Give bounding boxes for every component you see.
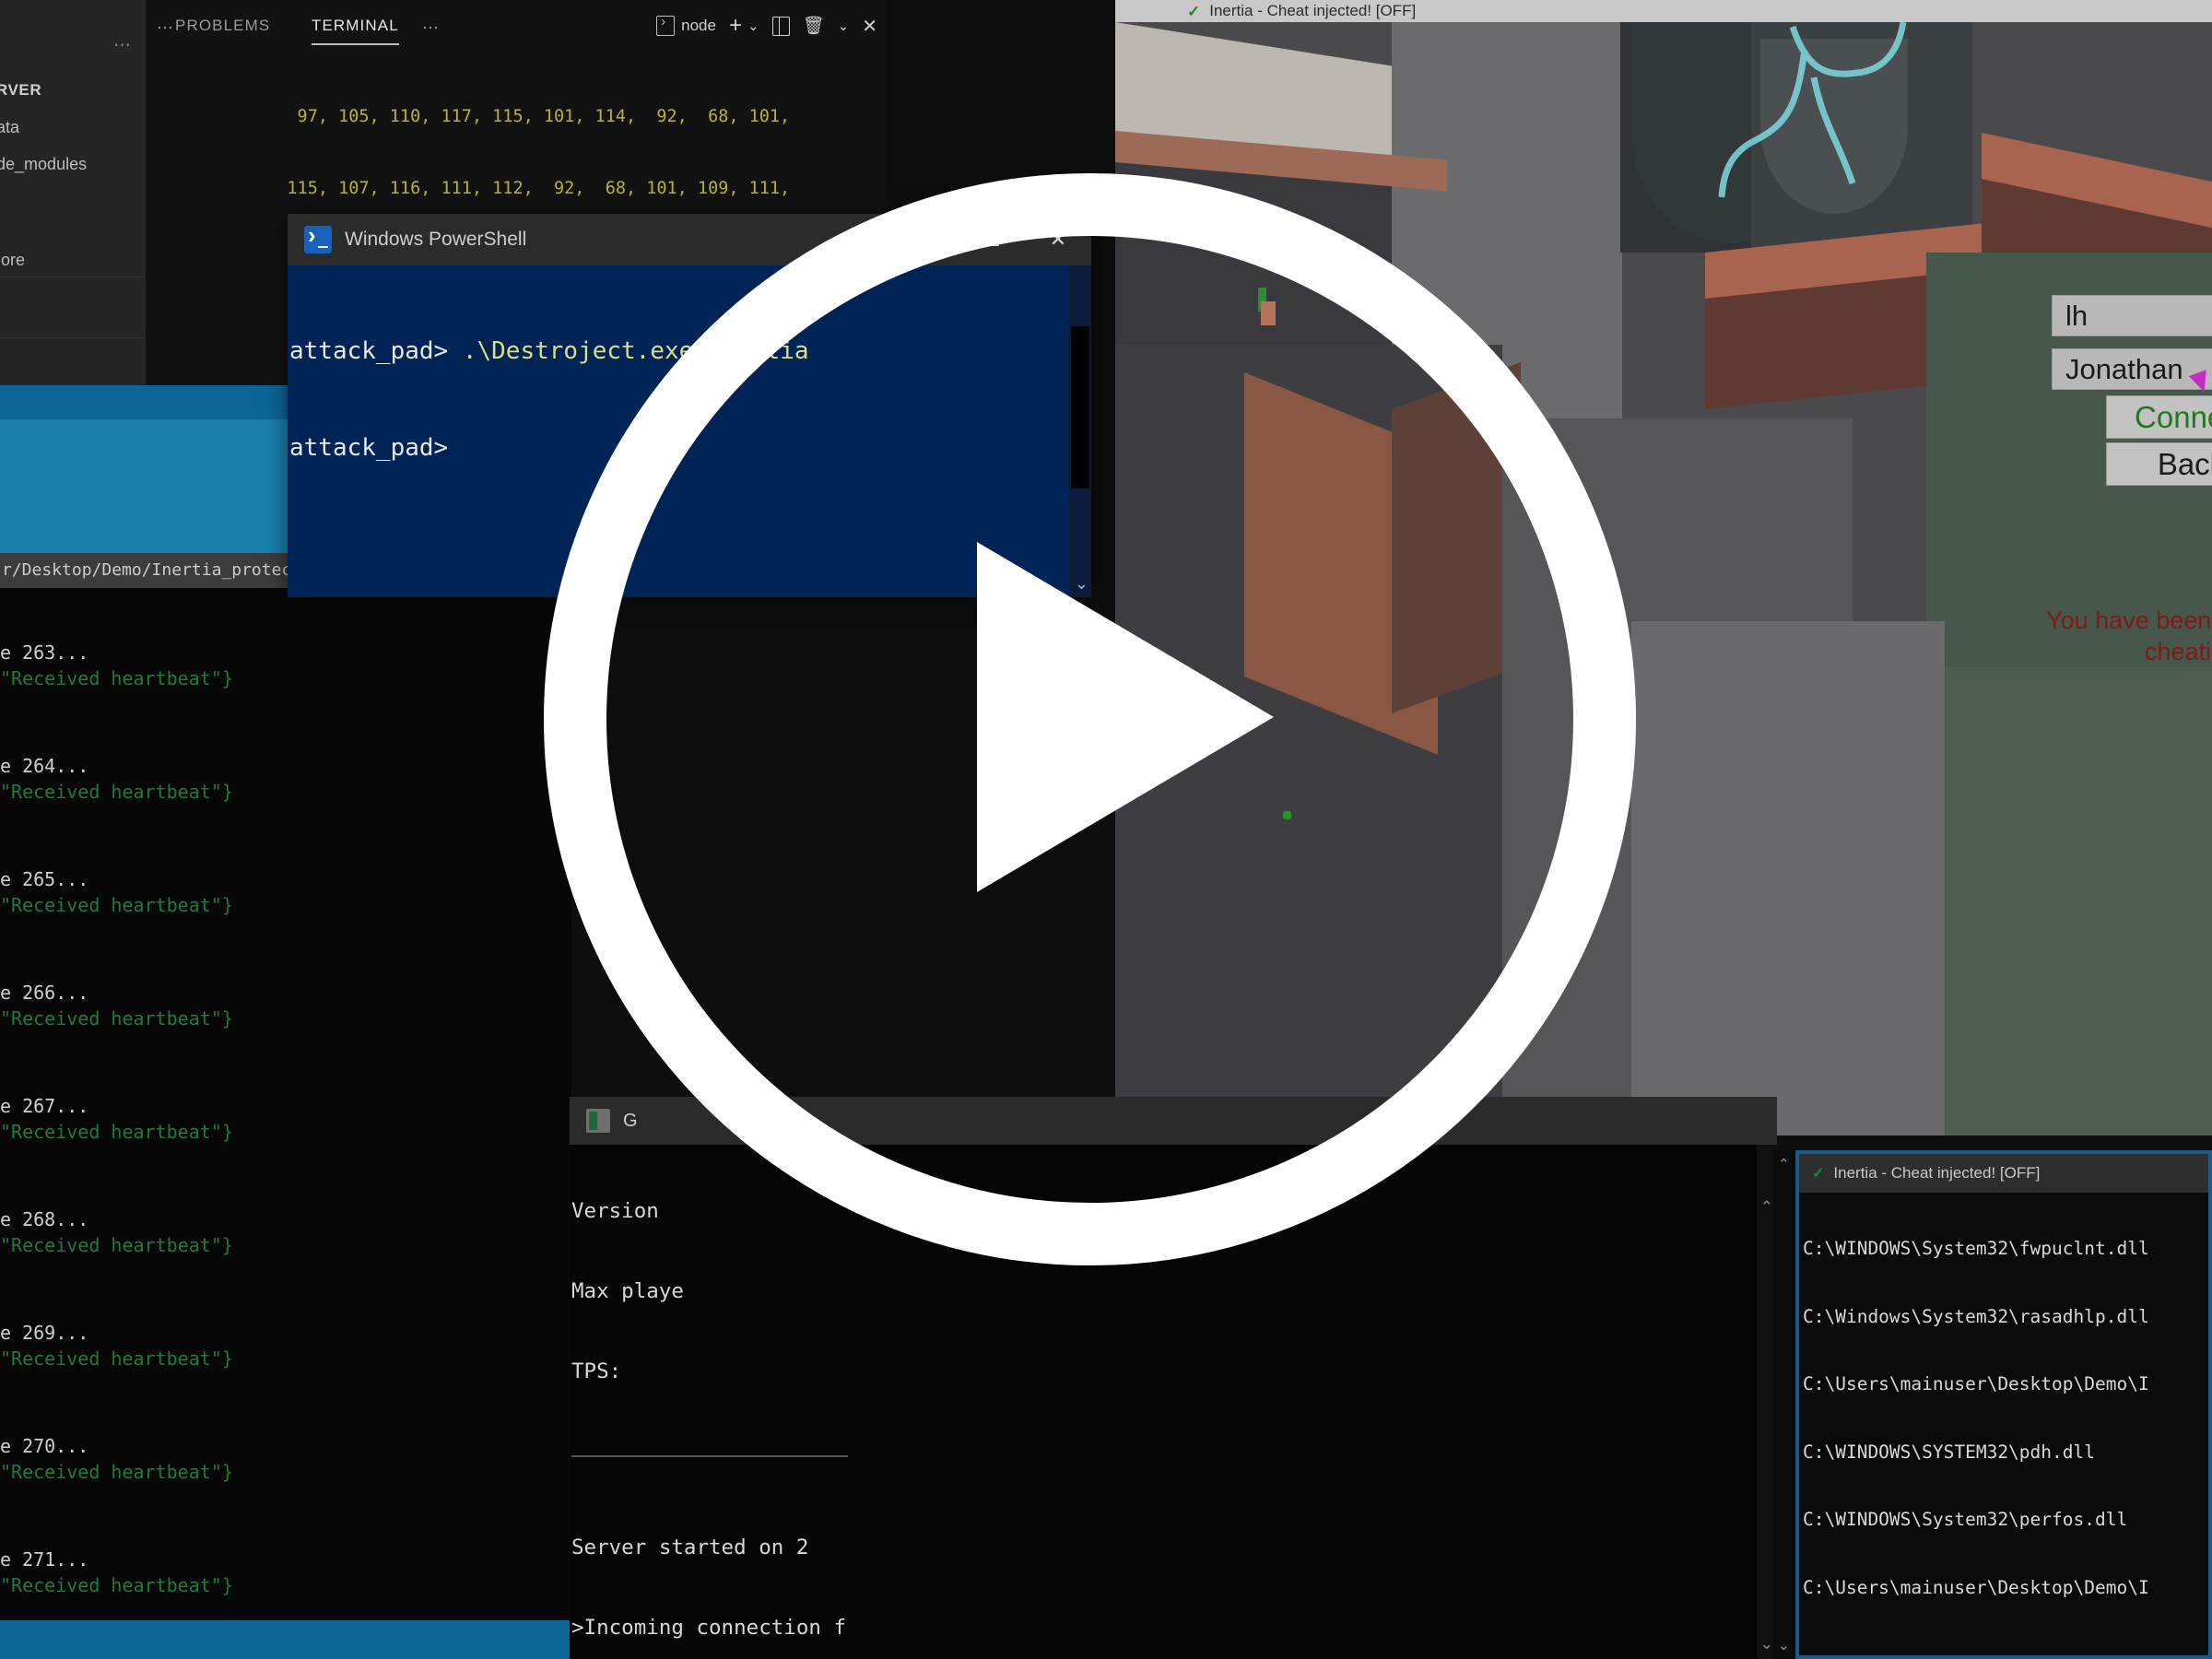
- new-terminal-dropdown-icon[interactable]: ⌄: [747, 18, 759, 34]
- cheat-log-line: C:\Users\mainuser\Desktop\Demo\I: [1803, 1373, 2149, 1394]
- log-head: e 270...: [0, 1435, 89, 1457]
- cheat-log-line: C:\Users\mainuser\Desktop\Demo\I: [1803, 1576, 2149, 1598]
- log-head: e 263...: [0, 641, 89, 664]
- panel-left-more-icon[interactable]: ⋯: [157, 18, 175, 38]
- sidebar-divider-1: [0, 276, 146, 277]
- sidebar-item-more[interactable]: more: [0, 251, 25, 270]
- powershell-scroll-down-icon[interactable]: ⌄: [1075, 574, 1088, 594]
- scroll-down-icon[interactable]: ⌄: [1760, 1635, 1773, 1653]
- checkmark-icon: ✓: [1187, 2, 1201, 20]
- powershell-icon: [304, 221, 332, 253]
- sidebar-divider-2: [0, 337, 146, 338]
- cheat-console-titlebar: ✓ Inertia - Cheat injected! [OFF]: [1799, 1154, 2208, 1193]
- sidebar-item-data[interactable]: data: [0, 118, 19, 137]
- server-log-line: >Incoming connection f: [571, 1616, 847, 1640]
- log-head: e 266...: [0, 982, 89, 1004]
- log-body: "Received heartbeat"}: [0, 1461, 233, 1483]
- tab-problems[interactable]: PROBLEMS: [175, 17, 270, 35]
- scroll-up-icon[interactable]: ⌃: [1760, 1198, 1773, 1217]
- panel-tabs-overflow-icon[interactable]: ⋯: [422, 18, 441, 38]
- game-server-console: G Version 9 Max playe TPS: Server starte…: [570, 1097, 1777, 1659]
- terminal-line: 115, 107, 116, 111, 112, 92, 68, 101, 10…: [256, 179, 791, 198]
- sidebar-section-title: SERVER: [0, 81, 42, 99]
- screenshot-root: ⋯ SERVER data node_modules more ⋯ PROBLE…: [0, 0, 2212, 1659]
- server-log-line: Server started on 2: [571, 1535, 809, 1559]
- powershell-scroll-thumb[interactable]: [1071, 326, 1089, 488]
- kill-terminal-icon[interactable]: 🗑: [803, 15, 825, 37]
- ps-command-1: .\Destroject.exe Inertia: [462, 337, 809, 365]
- log-body: "Received heartbeat"}: [0, 1347, 233, 1370]
- vscode-sidebar: ⋯ SERVER data node_modules more: [0, 0, 146, 406]
- panel-toolbar: node + ⌄ 🗑 ⌄ ✕: [656, 13, 877, 39]
- cheat-log-line: C:\Windows\System32\rasadhlp.dll: [1803, 1305, 2149, 1327]
- terminal-shell-label: node: [681, 17, 716, 34]
- log-head: e 268...: [0, 1208, 89, 1230]
- log-head: e 265...: [0, 868, 89, 890]
- split-terminal-icon[interactable]: [771, 16, 790, 36]
- server-divider: [571, 1455, 848, 1457]
- connect-button[interactable]: Connect: [2106, 395, 2212, 439]
- powershell-scrollbar[interactable]: ⌄: [1069, 265, 1091, 597]
- powershell-window: Windows PowerShell ─ ☐ ✕ attack_pad> .\D…: [288, 214, 1091, 597]
- server-header-line: Version 9: [571, 1199, 884, 1223]
- log-head: e 267...: [0, 1095, 89, 1117]
- maximize-button[interactable]: ☐: [959, 228, 1025, 252]
- server-console-output[interactable]: Version 9 Max playe TPS: Server started …: [570, 1145, 1777, 1659]
- game-3d-scene[interactable]: lh Jonathan Connect Back You have been b…: [1115, 22, 2212, 1135]
- ban-message: You have been banned for cheating: [2046, 606, 2212, 665]
- log-body: "Received heartbeat"}: [0, 667, 233, 689]
- cheat-console-output[interactable]: C:\WINDOWS\System32\fwpuclnt.dll C:\Wind…: [1799, 1193, 2208, 1655]
- cheat-log-line: C:\WINDOWS\SYSTEM32\pdh.dll: [1803, 1441, 2095, 1463]
- new-terminal-icon[interactable]: +: [729, 13, 742, 39]
- address-input[interactable]: lh: [2052, 295, 2212, 336]
- terminal-shell-selector[interactable]: node: [656, 14, 716, 36]
- cheat-console: ✓ Inertia - Cheat injected! [OFF] C:\WIN…: [1795, 1150, 2212, 1659]
- close-panel-icon[interactable]: ✕: [862, 15, 877, 38]
- log-body: "Received heartbeat"}: [0, 1121, 233, 1143]
- sidebar-more-icon[interactable]: ⋯: [113, 35, 133, 56]
- back-button[interactable]: Back: [2106, 442, 2212, 486]
- log-body: "Received heartbeat"}: [0, 1007, 233, 1030]
- cheat-log-line: C:\WINDOWS\System32\fwpuclnt.dll: [1803, 1238, 2149, 1259]
- bottom-status-strip: [0, 1620, 571, 1659]
- username-input[interactable]: Jonathan: [2052, 348, 2212, 390]
- cheat-console-scrollbar[interactable]: ⌃ ⌄: [1773, 1150, 1795, 1659]
- cheat-console-title: Inertia - Cheat injected! [OFF]: [1833, 1164, 2041, 1182]
- server-header-line: Max playe: [571, 1279, 684, 1303]
- log-body: "Received heartbeat"}: [0, 1234, 233, 1256]
- server-console-titlebar: G: [570, 1097, 1777, 1145]
- close-button[interactable]: ✕: [1025, 228, 1091, 252]
- powershell-titlebar[interactable]: Windows PowerShell ─ ☐ ✕: [288, 214, 1091, 265]
- tab-terminal[interactable]: TERMINAL: [312, 17, 399, 45]
- ps-prompt-2: attack_pad>: [289, 434, 449, 462]
- ps-prompt-1: attack_pad>: [289, 337, 463, 365]
- log-head: e 269...: [0, 1322, 89, 1344]
- game-window-titlebar: ✓ Inertia - Cheat injected! [OFF]: [1115, 0, 2212, 22]
- panel-tabbar: ⋯ PROBLEMS TERMINAL ⋯ node + ⌄ 🗑 ⌄ ✕: [146, 0, 887, 57]
- server-app-icon: [586, 1109, 610, 1133]
- game-window-title: Inertia - Cheat injected! [OFF]: [1209, 2, 1417, 19]
- powershell-title: Windows PowerShell: [345, 229, 527, 250]
- log-body: "Received heartbeat"}: [0, 781, 233, 803]
- minimize-button[interactable]: ─: [892, 228, 959, 252]
- terminal-icon: [656, 14, 676, 36]
- terminal-line: 97, 105, 110, 117, 115, 101, 114, 92, 68…: [256, 107, 791, 126]
- heartbeat-log[interactable]: e 263... "Received heartbeat"} e 264... "R…: [0, 588, 571, 1620]
- log-body: "Received heartbeat"}: [0, 894, 233, 916]
- sidebar-item-node-modules[interactable]: node_modules: [0, 155, 87, 174]
- powershell-output[interactable]: attack_pad> .\Destroject.exe Inertia att…: [288, 265, 1091, 597]
- panel-dropdown-icon[interactable]: ⌄: [838, 18, 850, 34]
- log-head: e 271...: [0, 1548, 89, 1571]
- log-body: "Received heartbeat"}: [0, 1574, 233, 1596]
- game-window: ✓ Inertia - Cheat injected! [OFF] lh Jon…: [1115, 0, 2212, 1135]
- log-head: e 264...: [0, 755, 89, 777]
- server-console-title: G: [623, 1110, 638, 1131]
- cheat-log-line: C:\WINDOWS\System32\perfos.dll: [1803, 1509, 2128, 1530]
- server-header-line: TPS:: [571, 1359, 622, 1383]
- cheat-scroll-down-icon[interactable]: ⌄: [1778, 1637, 1790, 1653]
- checkmark-icon: ✓: [1812, 1166, 1825, 1182]
- cheat-scroll-up-icon[interactable]: ⌃: [1778, 1156, 1790, 1172]
